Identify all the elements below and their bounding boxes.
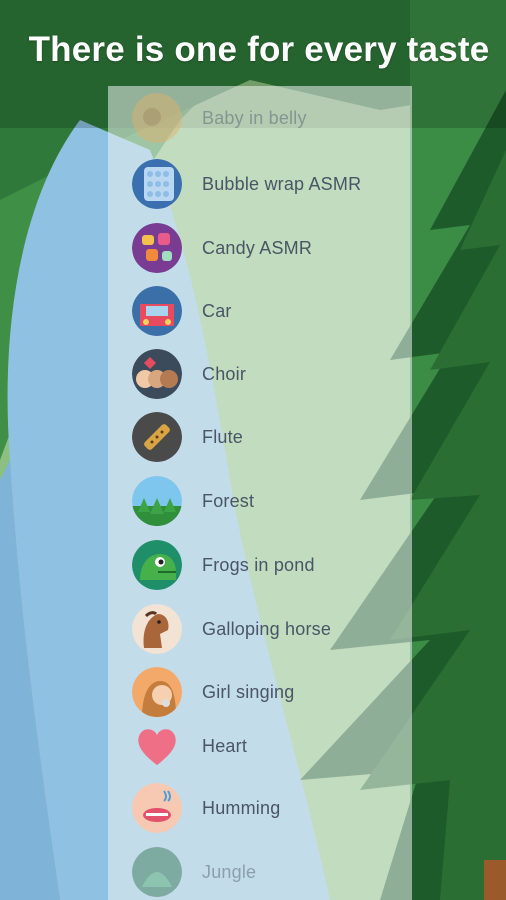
list-item[interactable]: Car bbox=[132, 285, 232, 337]
list-item[interactable]: Baby in belly bbox=[132, 92, 307, 144]
sound-list[interactable]: Baby in belly Bubble wrap ASMR Candy ASM… bbox=[108, 86, 412, 900]
sound-name: Choir bbox=[202, 363, 247, 384]
list-item[interactable]: Girl singing bbox=[132, 666, 294, 718]
horse-icon bbox=[132, 604, 182, 654]
list-item[interactable]: Candy ASMR bbox=[132, 222, 312, 274]
flute-icon bbox=[132, 412, 182, 462]
list-item[interactable]: Forest bbox=[132, 475, 254, 527]
sound-name: Forest bbox=[202, 490, 255, 511]
sound-name: Car bbox=[202, 300, 232, 321]
sound-name: Baby in belly bbox=[202, 107, 307, 128]
list-item[interactable]: Jungle bbox=[132, 846, 256, 898]
sound-name: Girl singing bbox=[202, 681, 295, 702]
sound-name: Candy ASMR bbox=[202, 237, 313, 258]
sound-name: Galloping horse bbox=[202, 618, 332, 639]
list-item[interactable]: Galloping horse bbox=[132, 603, 331, 655]
choir-icon bbox=[132, 349, 182, 399]
baby-in-belly-icon bbox=[132, 93, 182, 143]
list-item[interactable]: Flute bbox=[132, 411, 243, 463]
jungle-icon bbox=[132, 847, 182, 897]
sound-name: Heart bbox=[202, 735, 248, 756]
sound-name: Jungle bbox=[202, 861, 257, 882]
list-item[interactable]: Heart bbox=[132, 720, 247, 772]
car-icon bbox=[132, 286, 182, 336]
humming-icon bbox=[132, 783, 182, 833]
sound-name: Frogs in pond bbox=[202, 554, 315, 575]
list-item[interactable]: Humming bbox=[132, 782, 280, 834]
sound-name: Bubble wrap ASMR bbox=[202, 173, 362, 194]
sound-name: Flute bbox=[202, 426, 244, 447]
forest-icon bbox=[132, 476, 182, 526]
list-item[interactable]: Bubble wrap ASMR bbox=[132, 158, 361, 210]
girl-singing-icon bbox=[132, 667, 182, 717]
list-item[interactable]: Choir bbox=[132, 348, 246, 400]
heart-icon bbox=[132, 721, 182, 771]
candy-icon bbox=[132, 223, 182, 273]
frog-icon bbox=[132, 540, 182, 590]
bubble-wrap-icon bbox=[132, 159, 182, 209]
list-item[interactable]: Frogs in pond bbox=[132, 539, 315, 591]
promo-headline: There is one for every taste bbox=[28, 30, 490, 69]
sound-name: Humming bbox=[202, 797, 281, 818]
